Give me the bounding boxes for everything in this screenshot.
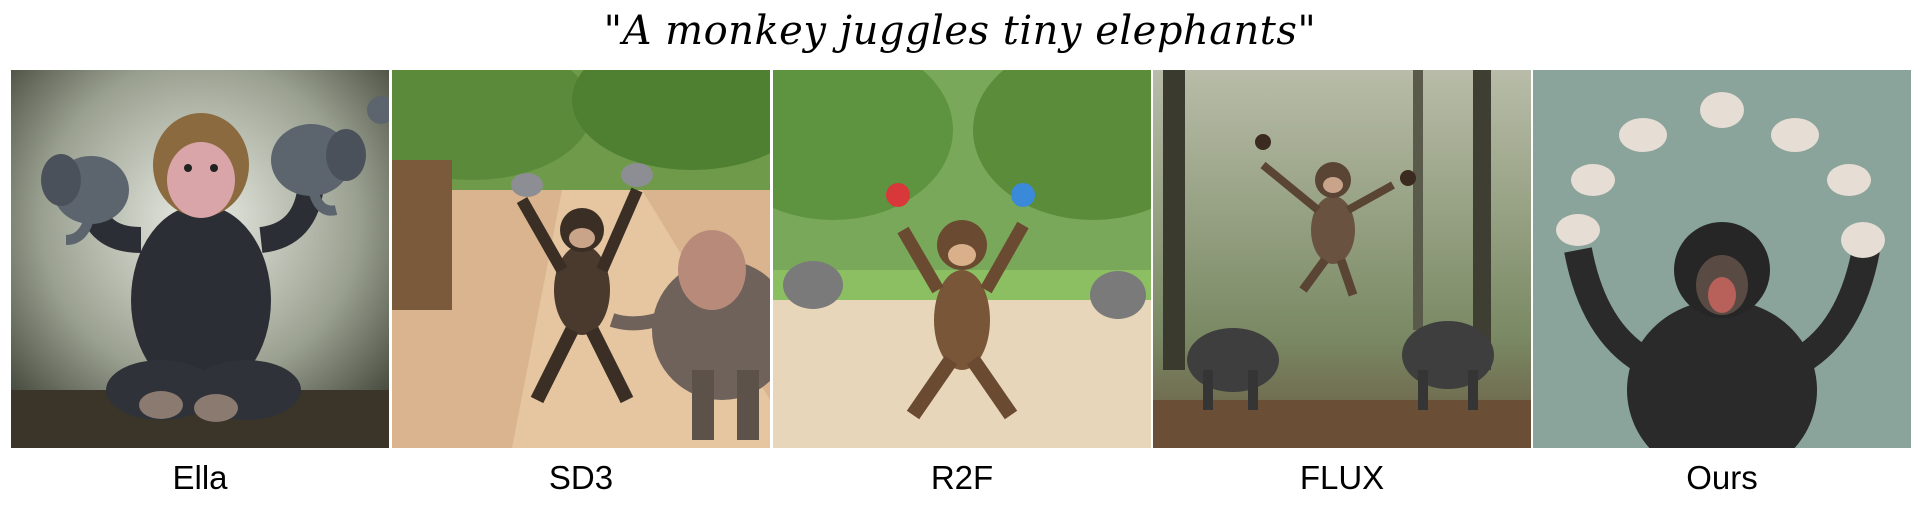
panel-sd3-image [392,70,770,448]
panel-ella-label: Ella [172,459,228,496]
panel-r2f-label: R2F [930,459,994,496]
panel-flux-image [1153,70,1531,448]
comparison-grid: Ella SD3 R2F FLUX Ours [0,0,1920,505]
panel-flux-label: FLUX [1299,459,1385,496]
panel-sd3-label: SD3 [548,459,614,496]
panel-ours-image [1533,70,1911,448]
panel-r2f-image [773,70,1151,448]
panel-ella-image [11,70,389,448]
panel-ours-label: Ours [1686,459,1758,496]
